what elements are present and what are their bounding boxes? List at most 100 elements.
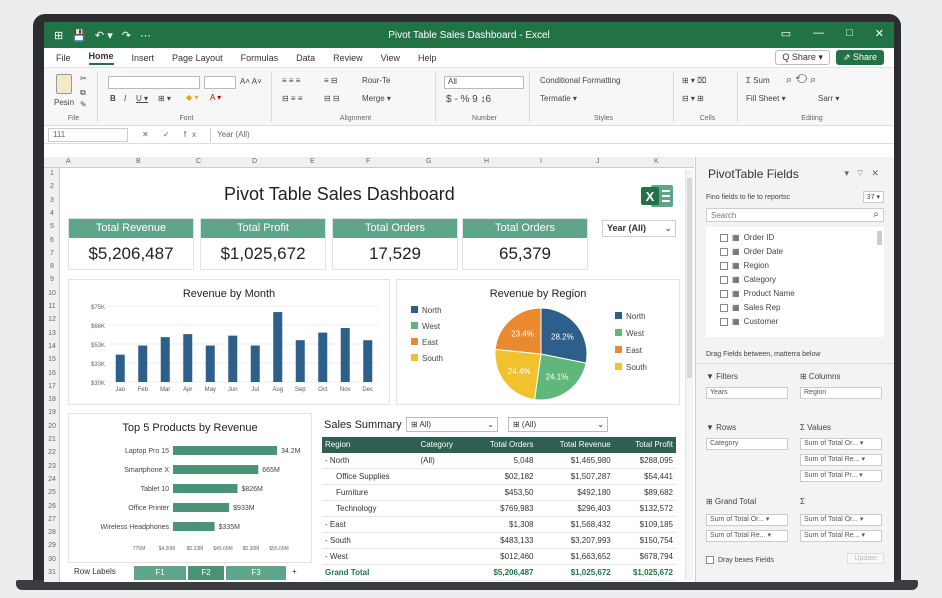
bar-oct[interactable] [318, 332, 328, 382]
values-field-chip[interactable]: Sum of Total Re... ▾ [800, 454, 882, 466]
pivot-filter-dropdown-2[interactable]: ⊞ (All) ⌄ [508, 417, 608, 432]
sigma-chip[interactable]: Sum of Total Or... ▾ [800, 514, 882, 526]
align-left-icon[interactable]: ⊟ ≡ ≡ [282, 94, 302, 103]
field-sales-rep[interactable]: ▦ Sales Rep [720, 303, 780, 312]
row-header[interactable]: 16 [44, 370, 60, 377]
bold-button[interactable]: B [110, 94, 116, 103]
row-header[interactable]: 23 [44, 463, 60, 470]
bar-nov[interactable] [340, 328, 350, 382]
row-header[interactable]: 29 [44, 542, 60, 549]
table-row[interactable]: Furniture $453,50 $492,180 $89,682 [322, 484, 676, 501]
share-dropdown-button[interactable]: Q Share ▾ [775, 50, 830, 65]
fill-color-icon[interactable]: ◆ ▾ [186, 93, 198, 102]
orientation-icon[interactable]: ≡ ⊟ [324, 76, 338, 85]
column-header[interactable]: H [484, 158, 489, 165]
close-icon[interactable]: ✕ [871, 168, 886, 178]
field-order-id[interactable]: ▦ Order ID [720, 233, 774, 242]
tab-formulas[interactable]: Formulas [241, 53, 279, 63]
pivot-header-cell[interactable]: Total Profit [613, 437, 676, 453]
format-cells-icon[interactable]: ⊟ ▾ ⊞ [682, 94, 704, 103]
bar-laptop-pro-15[interactable] [173, 446, 277, 455]
tab-home[interactable]: Home [88, 51, 114, 65]
bar-aug[interactable] [273, 312, 283, 382]
row-header[interactable]: 2 [44, 183, 60, 190]
bar-jun[interactable] [228, 335, 238, 382]
share-button[interactable]: ⇗ Share [835, 50, 884, 65]
field-list-scrollbar[interactable] [877, 231, 882, 245]
bar-smartphone-x[interactable] [173, 465, 259, 474]
row-header[interactable]: 20 [44, 423, 60, 430]
bar-apr[interactable] [183, 334, 193, 382]
bar-jul[interactable] [250, 345, 260, 382]
values-field-chip[interactable]: Sum of Total Pr... ▾ [800, 470, 882, 482]
row-labels-tab[interactable]: Row Labels [74, 567, 116, 576]
bar-feb[interactable] [138, 345, 148, 382]
customize-qat-icon[interactable]: ⋯ [140, 29, 151, 42]
field-product-name[interactable]: ▦ Product Name [720, 289, 795, 298]
field-order-date[interactable]: ▦ Order Date [720, 247, 783, 256]
find-icon[interactable]: ⌕ ⟲ ⌕ [786, 74, 816, 87]
row-header[interactable]: 22 [44, 449, 60, 456]
defer-layout-update[interactable]: Dray bexes Fields [706, 556, 774, 564]
filters-field-chip[interactable]: Years [706, 387, 788, 399]
row-header[interactable]: 10 [44, 290, 60, 297]
font-size-select[interactable] [204, 76, 236, 89]
grand-total-chip[interactable]: Sum of Total Re... ▾ [706, 530, 788, 542]
row-header[interactable]: 11 [44, 303, 60, 310]
table-row[interactable]: - South $483,133 $3,207,993 $150,754 [322, 532, 676, 549]
wrap-text-button[interactable]: Rour-Te [362, 76, 390, 85]
tab-help[interactable]: Help [418, 53, 437, 63]
redo-icon[interactable]: ↷ [122, 29, 131, 42]
year-slicer[interactable]: Year (All) ⌄ [602, 220, 676, 237]
borders-icon[interactable]: ⊞ ▾ [158, 94, 171, 103]
scrollbar-thumb[interactable] [687, 178, 692, 378]
column-header[interactable]: D [252, 158, 257, 165]
columns-field-chip[interactable]: Region [800, 387, 882, 399]
checkbox[interactable] [720, 233, 728, 242]
row-header[interactable]: 24 [44, 476, 60, 483]
row-header[interactable]: 5 [44, 223, 60, 230]
row-header[interactable]: 30 [44, 556, 60, 563]
row-header[interactable]: 12 [44, 316, 60, 323]
format-as-table-button[interactable]: Termatie ▾ [540, 94, 577, 103]
excel-app-icon[interactable]: ⊞ [54, 29, 63, 42]
checkbox[interactable] [720, 303, 728, 312]
number-format-select[interactable]: All [444, 76, 524, 89]
field-search-input[interactable]: Search ⌕ [706, 208, 884, 222]
row-header[interactable]: 17 [44, 383, 60, 390]
bar-tablet-10[interactable] [173, 484, 238, 493]
pivot-filter-dropdown[interactable]: ⊞ All) ⌄ [406, 417, 498, 432]
update-button[interactable]: Update [847, 553, 884, 564]
pivot-header-cell[interactable]: Total Revenue [536, 437, 614, 453]
bar-jan[interactable] [115, 354, 125, 382]
checkbox[interactable] [706, 556, 714, 564]
row-header[interactable]: 9 [44, 276, 60, 283]
row-header[interactable]: 6 [44, 237, 60, 244]
row-header[interactable]: 1 [44, 170, 60, 177]
merge-center-button[interactable]: Merge ▾ [362, 94, 391, 103]
row-header[interactable]: 21 [44, 436, 60, 443]
row-header[interactable]: 28 [44, 529, 60, 536]
table-row[interactable]: Technology $769,983 $296,403 $132,572 [322, 500, 676, 517]
pivot-header-cell[interactable]: Category [417, 437, 470, 453]
row-header[interactable]: 31 [44, 569, 60, 576]
field-category[interactable]: ▦ Category [720, 275, 776, 284]
row-header[interactable]: 27 [44, 516, 60, 523]
underline-button[interactable]: U ▾ [136, 94, 148, 103]
bar-wireless-headphones[interactable] [173, 522, 215, 531]
formula-controls[interactable]: ✕ ✓ fx [142, 130, 202, 139]
table-row[interactable]: - West $012,460 $1,663,652 $678,794 [322, 548, 676, 565]
tab-page-layout[interactable]: Page Layout [172, 53, 223, 63]
field-region[interactable]: ▦ Region [720, 261, 769, 270]
column-header[interactable]: F [366, 158, 370, 165]
checkbox[interactable] [720, 261, 728, 270]
tab-insert[interactable]: Insert [132, 53, 155, 63]
maximize-button[interactable]: □ [846, 27, 853, 40]
table-row[interactable]: Office Supplies $02,182 $1,507,287 $54,441 [322, 468, 676, 485]
field-customer[interactable]: ▦ Customer [720, 317, 778, 326]
paste-icon[interactable] [56, 74, 72, 94]
chevron-down-icon[interactable]: ▾ [844, 168, 856, 178]
table-row[interactable]: - East $1,308 $1,568,432 $109,185 [322, 516, 676, 533]
collapse-icon[interactable]: ⌔ [856, 168, 871, 178]
italic-button[interactable]: I [124, 94, 126, 103]
